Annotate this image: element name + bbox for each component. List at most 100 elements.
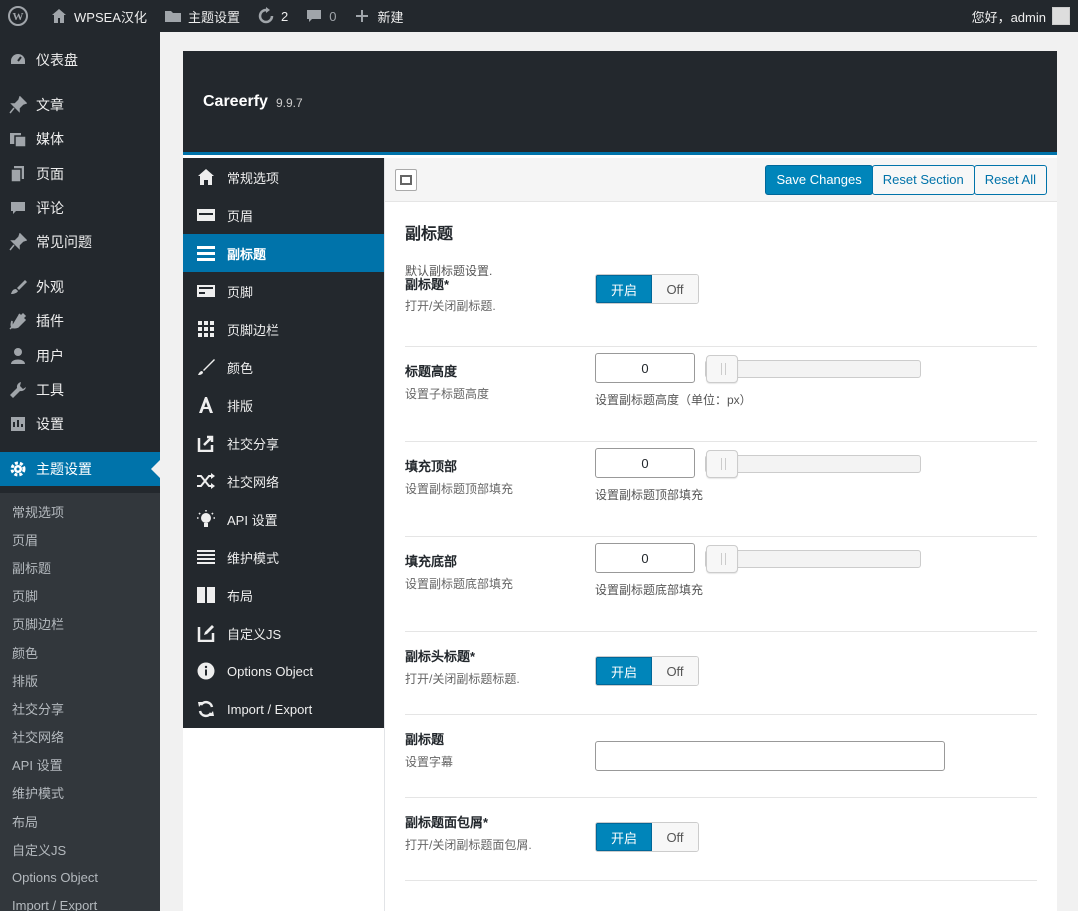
submenu-item[interactable]: API 设置: [0, 751, 160, 779]
nav-item-colors[interactable]: 颜色: [183, 348, 384, 386]
menu-item-theme-settings[interactable]: 主题设置: [0, 452, 160, 486]
wordpress-logo[interactable]: W: [0, 0, 41, 32]
typography-icon: [195, 394, 217, 416]
nav-item-options-object[interactable]: Options Object: [183, 652, 384, 690]
home-icon: [195, 166, 217, 188]
field-subtitle-switch: 副标题* 打开/关闭副标题. 开启 Off: [405, 264, 1037, 347]
nav-item-maintenance[interactable]: 维护模式: [183, 538, 384, 576]
menu-label: 插件: [36, 311, 64, 331]
submenu-item[interactable]: 页脚: [0, 582, 160, 610]
nav-item-import-export[interactable]: Import / Export: [183, 690, 384, 728]
slider-handle[interactable]: [706, 450, 738, 478]
height-slider[interactable]: [705, 360, 921, 378]
my-account[interactable]: 您好，admin: [972, 7, 1078, 26]
toggle-off-button[interactable]: Off: [652, 823, 698, 851]
reset-section-button[interactable]: Reset Section: [872, 165, 975, 195]
options-toolbar: Save Changes Reset Section Reset All: [385, 158, 1057, 202]
theme-settings-link[interactable]: 主题设置: [155, 0, 248, 32]
menu-item-appearance[interactable]: 外观: [0, 270, 160, 304]
theme-settings-label: 主题设置: [188, 7, 240, 26]
user-icon: [0, 347, 36, 365]
heading-toggle: 开启 Off: [595, 656, 699, 686]
info-icon: [195, 660, 217, 682]
submenu-item[interactable]: 维护模式: [0, 779, 160, 807]
nav-item-footer[interactable]: 页脚: [183, 272, 384, 310]
expand-options-button[interactable]: [395, 169, 417, 191]
panel-version: 9.9.7: [276, 96, 303, 110]
reset-all-button[interactable]: Reset All: [974, 165, 1047, 195]
slider-handle[interactable]: [706, 355, 738, 383]
submenu-item[interactable]: 布局: [0, 807, 160, 835]
menu-item-dashboard[interactable]: 仪表盘: [0, 43, 160, 77]
site-name: WPSEA汉化: [74, 7, 147, 26]
nav-item-general[interactable]: 常规选项: [183, 158, 384, 196]
menu-item-posts[interactable]: 文章: [0, 88, 160, 122]
field-description: 设置副标题底部填充: [405, 575, 513, 592]
slider-handle[interactable]: [706, 545, 738, 573]
nav-item-custom-js[interactable]: 自定义JS: [183, 614, 384, 652]
menu-item-comments[interactable]: 评论: [0, 191, 160, 225]
submenu-item[interactable]: 自定义JS: [0, 835, 160, 863]
updates-link[interactable]: 2: [248, 0, 296, 32]
submenu-item[interactable]: 页眉: [0, 525, 160, 553]
nav-item-header[interactable]: 页眉: [183, 196, 384, 234]
menu-item-pages[interactable]: 页面: [0, 157, 160, 191]
padding-bottom-slider[interactable]: [705, 550, 921, 568]
submenu-item[interactable]: 排版: [0, 666, 160, 694]
submenu-item[interactable]: 社交分享: [0, 694, 160, 722]
field-description: 打开/关闭副标题标题.: [405, 670, 520, 687]
nav-label: 页眉: [227, 206, 253, 225]
field-label: 填充底部: [405, 551, 457, 570]
submenu-item[interactable]: 副标题: [0, 553, 160, 581]
nav-item-layout[interactable]: 布局: [183, 576, 384, 614]
new-content-link[interactable]: 新建: [344, 0, 411, 32]
comments-link[interactable]: 0: [296, 0, 344, 32]
field-label: 副标题面包屑*: [405, 812, 488, 831]
nav-item-social-share[interactable]: 社交分享: [183, 424, 384, 462]
submenu-item[interactable]: Import / Export: [0, 892, 160, 911]
menu-item-tools[interactable]: 工具: [0, 373, 160, 407]
media-icon: [0, 130, 36, 148]
nav-item-api-settings[interactable]: API 设置: [183, 500, 384, 538]
toggle-on-button[interactable]: 开启: [596, 275, 652, 303]
subtitle-text-input[interactable]: [595, 741, 945, 771]
height-input[interactable]: 0: [595, 353, 695, 383]
field-description: 设置字幕: [405, 753, 453, 770]
field-label: 副标头标题*: [405, 646, 475, 665]
share-icon: [195, 432, 217, 454]
submenu-item[interactable]: 页脚边栏: [0, 610, 160, 638]
field-heading-switch: 副标头标题* 打开/关闭副标题标题. 开启 Off: [405, 632, 1037, 715]
submenu-item[interactable]: 颜色: [0, 638, 160, 666]
toggle-on-button[interactable]: 开启: [596, 823, 652, 851]
admin-menu: 仪表盘 文章 媒体 页面 评论 常见问题 外观 插件 用户 工具 设置: [0, 32, 160, 911]
menu-label: 媒体: [36, 129, 64, 149]
menu-label: 评论: [36, 198, 64, 218]
submenu-item[interactable]: Options Object: [0, 863, 160, 891]
nav-item-social-network[interactable]: 社交网络: [183, 462, 384, 500]
nav-label: 布局: [227, 586, 253, 605]
submenu-item[interactable]: 社交网络: [0, 723, 160, 751]
padding-bottom-input[interactable]: 0: [595, 543, 695, 573]
toggle-off-button[interactable]: Off: [652, 275, 698, 303]
menu-item-settings[interactable]: 设置: [0, 407, 160, 441]
brush-icon: [195, 356, 217, 378]
comment-icon: [0, 200, 36, 216]
menu-item-media[interactable]: 媒体: [0, 122, 160, 156]
menu-item-users[interactable]: 用户: [0, 339, 160, 373]
home-icon: [49, 6, 69, 26]
padding-top-input[interactable]: 0: [595, 448, 695, 478]
field-description: 设置子标题高度: [405, 385, 489, 402]
submenu-item[interactable]: 常规选项: [0, 497, 160, 525]
toggle-on-button[interactable]: 开启: [596, 657, 652, 685]
nav-item-footer-sidebar[interactable]: 页脚边栏: [183, 310, 384, 348]
padding-top-slider[interactable]: [705, 455, 921, 473]
toggle-off-button[interactable]: Off: [652, 657, 698, 685]
save-changes-button[interactable]: Save Changes: [765, 165, 872, 195]
columns-icon: [195, 584, 217, 606]
nav-item-typography[interactable]: 排版: [183, 386, 384, 424]
settings-icon: [0, 415, 36, 433]
menu-item-plugins[interactable]: 插件: [0, 304, 160, 338]
site-name-link[interactable]: WPSEA汉化: [41, 0, 155, 32]
nav-item-subtitle[interactable]: 副标题: [183, 234, 384, 272]
menu-item-faq[interactable]: 常见问题: [0, 225, 160, 259]
